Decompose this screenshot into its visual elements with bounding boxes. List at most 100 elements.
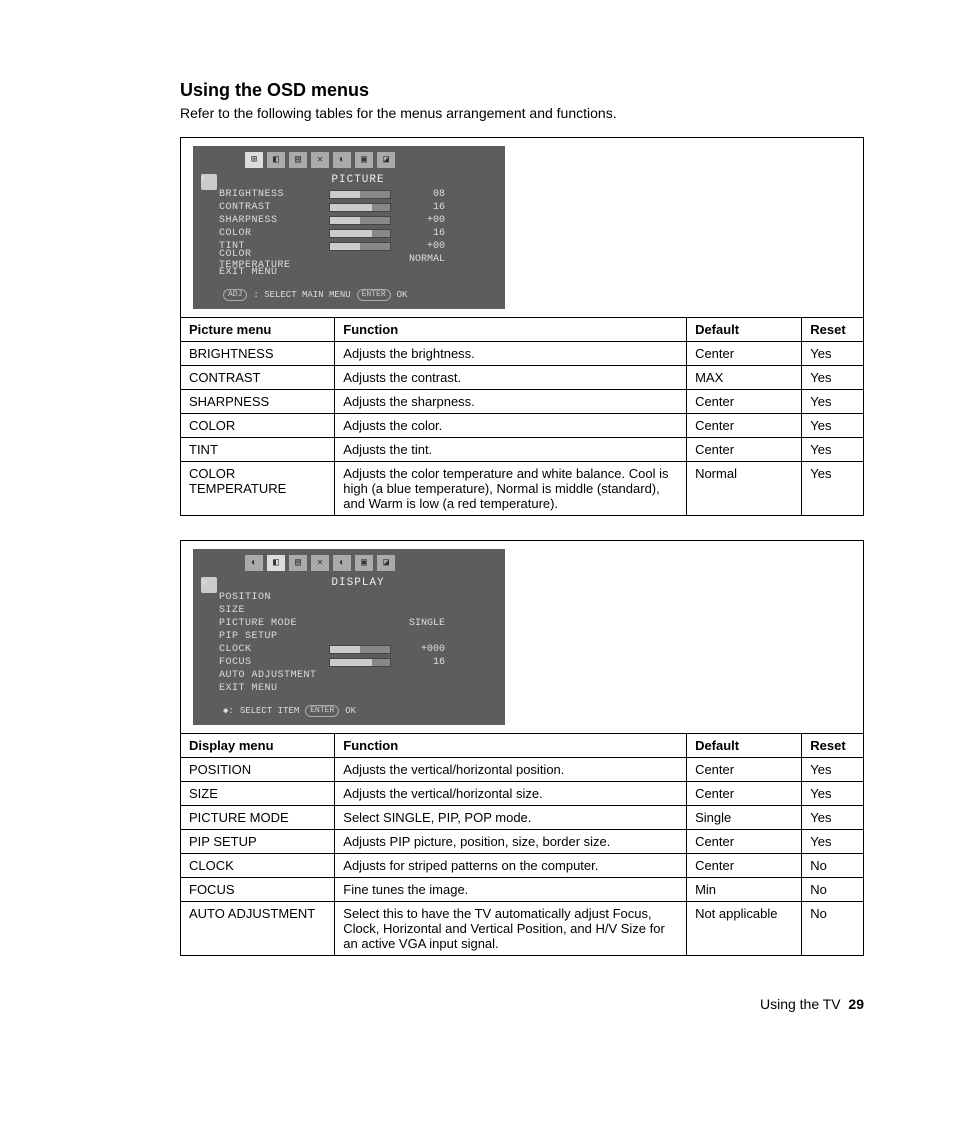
osd-slider — [329, 242, 391, 251]
osd-row-value: +00 — [391, 215, 445, 226]
table-header-row: Picture menu Function Default Reset — [181, 318, 864, 342]
table-row: FOCUSFine tunes the image.MinNo — [181, 878, 864, 902]
table-cell: Center — [687, 414, 802, 438]
osd-row-label: POSITION — [219, 592, 329, 603]
table-row: CONTRASTAdjusts the contrast.MAXYes — [181, 366, 864, 390]
table-cell: COLOR TEMPERATURE — [181, 462, 335, 516]
osd-row-value: SINGLE — [391, 618, 445, 629]
table-cell: Center — [687, 830, 802, 854]
osd-row-label: EXIT MENU — [219, 683, 329, 694]
col-header: Reset — [802, 734, 864, 758]
table-cell: Min — [687, 878, 802, 902]
osd-row-label: PICTURE MODE — [219, 618, 329, 629]
osd-row-label: COLOR — [219, 228, 329, 239]
table-cell: Yes — [802, 462, 864, 516]
table-cell: Center — [687, 438, 802, 462]
osd-slider — [329, 190, 391, 199]
table-cell: Single — [687, 806, 802, 830]
osd-row-value: 08 — [391, 189, 445, 200]
osd-row-label: CONTRAST — [219, 202, 329, 213]
table-cell: CLOCK — [181, 854, 335, 878]
col-header: Reset — [802, 318, 864, 342]
osd-slider — [329, 229, 391, 238]
table-row: COLOR TEMPERATUREAdjusts the color tempe… — [181, 462, 864, 516]
table-cell: PIP SETUP — [181, 830, 335, 854]
table-cell: FOCUS — [181, 878, 335, 902]
table-cell: Not applicable — [687, 902, 802, 956]
col-header: Default — [687, 734, 802, 758]
osd-tab-icon: ◐ — [245, 555, 263, 571]
table-header-row: Display menu Function Default Reset — [181, 734, 864, 758]
adj-pill: ADJ — [223, 289, 247, 301]
table-cell: Yes — [802, 414, 864, 438]
osd-tab-icon: ✕ — [311, 152, 329, 168]
osd-footer: ADJ : SELECT MAIN MENU ENTER OK — [201, 289, 497, 301]
picture-menu-table: ⊞ ◧ ▤ ✕ ◐ ▣ ◪ ◐ PICTURE BRIGHTNESS08CONT… — [180, 137, 864, 516]
osd-tab-icon: ▣ — [355, 152, 373, 168]
table-cell: SIZE — [181, 782, 335, 806]
table-cell: No — [802, 902, 864, 956]
table-cell: Adjusts for striped patterns on the comp… — [335, 854, 687, 878]
table-cell: BRIGHTNESS — [181, 342, 335, 366]
osd-row: EXIT MENU — [219, 266, 497, 279]
osd-footer: ◆: SELECT ITEM ENTER OK — [201, 705, 497, 717]
osd-screenshot-display: ◐ ◧ ▤ ✕ ◐ ▣ ◪ ⊞ DISPLAY POSITIONSIZEPICT… — [181, 541, 864, 734]
table-cell: Yes — [802, 438, 864, 462]
osd-tab-icons: ⊞ ◧ ▤ ✕ ◐ ▣ ◪ — [245, 152, 497, 168]
table-row: TINTAdjusts the tint.CenterYes — [181, 438, 864, 462]
table-cell: Yes — [802, 806, 864, 830]
osd-screenshot-picture: ⊞ ◧ ▤ ✕ ◐ ▣ ◪ ◐ PICTURE BRIGHTNESS08CONT… — [181, 138, 864, 318]
osd-slider — [329, 658, 391, 667]
table-cell: Adjusts the contrast. — [335, 366, 687, 390]
osd-tab-icon: ◪ — [377, 555, 395, 571]
osd-row: CLOCK+000 — [219, 643, 497, 656]
display-menu-table: ◐ ◧ ▤ ✕ ◐ ▣ ◪ ⊞ DISPLAY POSITIONSIZEPICT… — [180, 540, 864, 956]
table-cell: Adjusts the color. — [335, 414, 687, 438]
osd-row: SHARPNESS +00 — [219, 214, 497, 227]
table-row: BRIGHTNESSAdjusts the brightness.CenterY… — [181, 342, 864, 366]
table-cell: Yes — [802, 782, 864, 806]
table-cell: Yes — [802, 830, 864, 854]
osd-tab-icon: ⊞ — [245, 152, 263, 168]
table-cell: Center — [687, 390, 802, 414]
table-cell: COLOR — [181, 414, 335, 438]
table-cell: Center — [687, 342, 802, 366]
col-header: Function — [335, 734, 687, 758]
osd-row: PICTURE MODE SINGLE — [219, 617, 497, 630]
osd-title: DISPLAY — [219, 577, 497, 589]
osd-row: COLOR TEMPERATURENORMAL — [219, 253, 497, 266]
table-cell: No — [802, 854, 864, 878]
table-row: PICTURE MODESelect SINGLE, PIP, POP mode… — [181, 806, 864, 830]
osd-active-icon: ◐ — [201, 174, 217, 190]
osd-tab-icon: ◪ — [377, 152, 395, 168]
osd-row: BRIGHTNESS08 — [219, 188, 497, 201]
col-header: Display menu — [181, 734, 335, 758]
osd-slider — [329, 203, 391, 212]
osd-row-label: FOCUS — [219, 657, 329, 668]
osd-row-value: +000 — [391, 644, 445, 655]
osd-row-value: 16 — [391, 657, 445, 668]
table-cell: POSITION — [181, 758, 335, 782]
osd-row-label: EXIT MENU — [219, 267, 329, 278]
osd-row-value: 16 — [391, 228, 445, 239]
table-cell: Adjusts the brightness. — [335, 342, 687, 366]
osd-row-value: 16 — [391, 202, 445, 213]
osd-slider — [329, 645, 391, 654]
table-row: COLORAdjusts the color.CenterYes — [181, 414, 864, 438]
osd-row-label: SIZE — [219, 605, 329, 616]
osd-row-label: PIP SETUP — [219, 631, 329, 642]
col-header: Picture menu — [181, 318, 335, 342]
table-cell: Yes — [802, 390, 864, 414]
osd-tab-icon: ✕ — [311, 555, 329, 571]
table-cell: Adjusts the sharpness. — [335, 390, 687, 414]
osd-tab-icon: ▣ — [355, 555, 373, 571]
table-row: POSITIONAdjusts the vertical/horizontal … — [181, 758, 864, 782]
enter-pill: ENTER — [357, 289, 391, 301]
enter-pill: ENTER — [305, 705, 339, 717]
section-heading: Using the OSD menus — [180, 80, 864, 101]
osd-row-label: SHARPNESS — [219, 215, 329, 226]
page-footer: Using the TV 29 — [180, 996, 864, 1012]
table-cell: CONTRAST — [181, 366, 335, 390]
osd-row: FOCUS 16 — [219, 656, 497, 669]
nav-icon: ◆: — [223, 706, 234, 716]
